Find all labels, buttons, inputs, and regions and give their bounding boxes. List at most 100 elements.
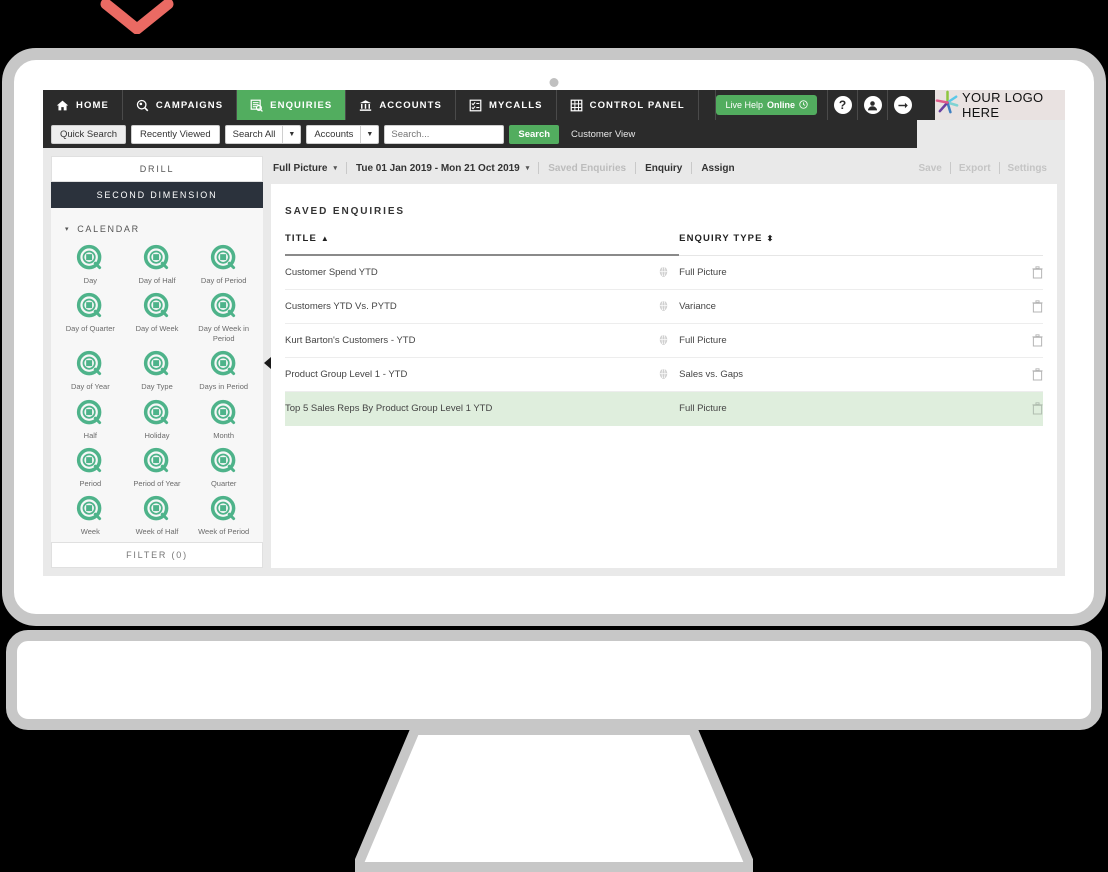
logout-arrow-icon: [893, 96, 912, 114]
dimension-item[interactable]: Period: [57, 447, 124, 488]
entity-scope-label: Accounts: [314, 128, 354, 140]
trash-icon[interactable]: [1032, 402, 1043, 415]
view-mode-dropdown[interactable]: Full Picture ▾: [271, 163, 346, 174]
nav-label-accounts: ACCOUNTS: [379, 99, 442, 111]
dimension-item[interactable]: Day: [57, 244, 124, 285]
trash-icon[interactable]: [1032, 368, 1043, 381]
live-help-status: Online: [766, 100, 795, 110]
calendar-search-icon: [210, 447, 238, 475]
entity-scope-select[interactable]: Accounts ▼: [306, 124, 380, 144]
table-row[interactable]: Top 5 Sales Reps By Product Group Level …: [285, 391, 1043, 426]
calendar-search-icon: [210, 244, 238, 272]
assign-tab[interactable]: Assign: [692, 163, 743, 174]
dimension-label: Day Type: [141, 382, 173, 392]
row-title: Kurt Barton's Customers - YTD: [285, 323, 649, 358]
row-delete[interactable]: [997, 357, 1043, 392]
globe-icon: [657, 334, 670, 347]
column-header-type-label: ENQUIRY TYPE: [679, 233, 763, 245]
dimension-item[interactable]: Day of Period: [190, 244, 257, 285]
logo-text: YOUR LOGO HERE: [962, 90, 1044, 120]
nav-item-enquiries[interactable]: ENQUIRIES: [237, 90, 347, 120]
search-button[interactable]: Search: [509, 124, 560, 144]
second-dimension-tab[interactable]: SECOND DIMENSION: [51, 182, 263, 208]
dimension-item[interactable]: Week of Period: [190, 495, 257, 536]
column-header-title[interactable]: TITLE ▲: [285, 233, 649, 256]
table-row[interactable]: Product Group Level 1 - YTD Sales vs. Ga…: [285, 357, 1043, 392]
help-button[interactable]: ?: [827, 90, 857, 120]
save-button[interactable]: Save: [911, 163, 950, 174]
dimension-item[interactable]: Quarter: [190, 447, 257, 488]
nav-item-accounts[interactable]: ACCOUNTS: [346, 90, 456, 120]
calendar-search-icon: [143, 447, 171, 475]
application-window: HOME CAMPAIGNS ENQUIRIES ACCOUNTS MYCALL…: [43, 90, 1065, 576]
quick-search-button[interactable]: Quick Search: [51, 124, 127, 144]
logout-button[interactable]: [887, 90, 917, 120]
calendar-dimension-grid: Day Day of Half Day of Period Day of Qua…: [51, 244, 263, 542]
export-button[interactable]: Export: [951, 163, 999, 174]
dimension-item[interactable]: Day Type: [124, 350, 191, 391]
drill-tab[interactable]: DRILL: [51, 156, 263, 182]
search-scope-select[interactable]: Search All ▼: [224, 124, 302, 144]
dimension-label: Half: [83, 430, 97, 440]
date-range-dropdown[interactable]: Tue 01 Jan 2019 - Mon 21 Oct 2019 ▾: [347, 163, 538, 174]
logo-starburst-icon: [935, 90, 960, 120]
recently-viewed-button[interactable]: Recently Viewed: [131, 124, 220, 144]
clock-icon: [799, 99, 808, 111]
nav-item-campaigns[interactable]: CAMPAIGNS: [123, 90, 238, 120]
monitor-base: [6, 630, 1102, 730]
dimension-label: Day of Period: [200, 276, 247, 285]
column-header-enquiry-type[interactable]: ENQUIRY TYPE ⬍: [679, 233, 998, 256]
nav-item-home[interactable]: HOME: [43, 90, 123, 120]
filter-bar[interactable]: FILTER (0): [51, 542, 263, 568]
dimension-item[interactable]: Day of Week: [124, 292, 191, 343]
row-globe: [648, 391, 680, 426]
globe-icon: [657, 266, 670, 279]
account-button[interactable]: [857, 90, 887, 120]
dimension-item[interactable]: Period of Year: [124, 447, 191, 488]
dimension-item[interactable]: Day of Quarter: [57, 292, 124, 343]
search-input[interactable]: [384, 124, 505, 144]
live-help-button[interactable]: Live Help Online: [716, 95, 817, 115]
globe-icon: [657, 368, 670, 381]
calendar-search-icon: [210, 292, 238, 320]
saved-enquiries-tab[interactable]: Saved Enquiries: [539, 163, 635, 174]
dimension-item[interactable]: Day of Year: [57, 350, 124, 391]
account-icon: [863, 96, 882, 114]
table-row[interactable]: Customers YTD Vs. PYTD Variance: [285, 289, 1043, 324]
dimension-item[interactable]: Holiday: [124, 399, 191, 440]
row-delete[interactable]: [997, 289, 1043, 324]
row-delete[interactable]: [997, 255, 1043, 290]
trash-icon[interactable]: [1032, 300, 1043, 313]
row-enquiry-type: Full Picture: [679, 391, 998, 426]
dimension-item[interactable]: Day of Week in Period: [190, 292, 257, 343]
row-delete[interactable]: [997, 391, 1043, 426]
dimension-item[interactable]: Day of Half: [124, 244, 191, 285]
row-delete[interactable]: [997, 323, 1043, 358]
settings-button[interactable]: Settings: [1000, 163, 1055, 174]
dimension-item[interactable]: Days in Period: [190, 350, 257, 391]
dimension-item[interactable]: Week of Half: [124, 495, 191, 536]
nav-label-control-panel: CONTROL PANEL: [589, 99, 685, 111]
row-enquiry-type: Variance: [679, 289, 998, 324]
trash-icon[interactable]: [1032, 266, 1043, 279]
dimension-label: Day: [83, 276, 97, 285]
row-globe: [648, 255, 680, 290]
calendar-group-header[interactable]: ▾ CALENDAR: [51, 220, 263, 244]
nav-item-control-panel[interactable]: CONTROL PANEL: [557, 90, 699, 120]
dimension-item[interactable]: Month: [190, 399, 257, 440]
enquiry-tab[interactable]: Enquiry: [636, 163, 691, 174]
calendar-search-icon: [76, 399, 104, 427]
nav-item-mycalls[interactable]: MYCALLS: [456, 90, 557, 120]
table-row[interactable]: Kurt Barton's Customers - YTD Full Pictu…: [285, 323, 1043, 358]
calendar-search-icon: [143, 399, 171, 427]
megaphone-icon: [136, 99, 149, 112]
dimension-label: Day of Quarter: [65, 324, 115, 334]
trash-icon[interactable]: [1032, 334, 1043, 347]
collapse-left-icon[interactable]: [262, 354, 274, 372]
dimension-item[interactable]: Half: [57, 399, 124, 440]
dimension-item[interactable]: Week: [57, 495, 124, 536]
chevron-down-icon: ▼: [282, 125, 300, 143]
customer-view-link[interactable]: Customer View: [571, 129, 635, 140]
table-row[interactable]: Customer Spend YTD Full Picture: [285, 255, 1043, 290]
calendar-search-icon: [143, 495, 171, 523]
